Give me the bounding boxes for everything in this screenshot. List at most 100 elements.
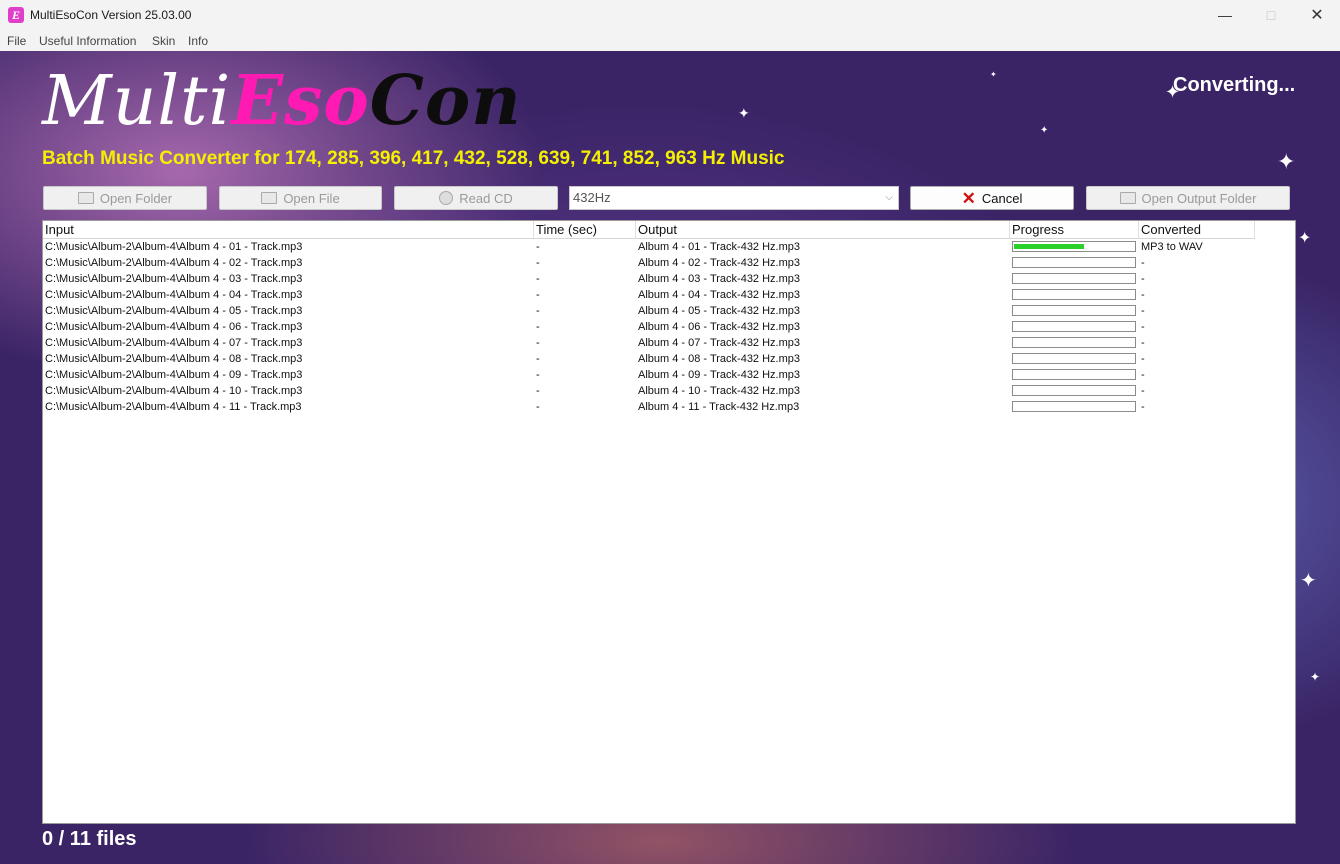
cell-time: -	[536, 369, 540, 381]
cancel-icon: ✕	[961, 189, 976, 208]
cell-time: -	[536, 257, 540, 269]
progress-bar	[1012, 257, 1136, 268]
frequency-select[interactable]: 432Hz ⌵	[569, 186, 899, 210]
cell-time: -	[536, 337, 540, 349]
table-row[interactable]: C:\Music\Album-2\Album-4\Album 4 - 04 - …	[43, 287, 1255, 303]
cell-time: -	[536, 385, 540, 397]
cell-input: C:\Music\Album-2\Album-4\Album 4 - 01 - …	[45, 241, 303, 253]
cell-output: Album 4 - 07 - Track-432 Hz.mp3	[638, 337, 801, 349]
progress-bar	[1012, 273, 1136, 284]
cell-output: Album 4 - 08 - Track-432 Hz.mp3	[638, 353, 801, 365]
folder-icon	[261, 192, 278, 204]
file-list[interactable]: Input Time (sec) Output Progress Convert…	[42, 220, 1296, 824]
menu-useful-information[interactable]: Useful Information	[39, 34, 136, 48]
menu-info[interactable]: Info	[188, 34, 208, 48]
cell-converted: -	[1141, 353, 1145, 365]
cell-converted: -	[1141, 369, 1145, 381]
close-button[interactable]: ✕	[1294, 0, 1340, 31]
column-time[interactable]: Time (sec)	[534, 221, 636, 238]
app-logo: MultiEsoCon	[42, 61, 522, 141]
star-icon: ✦	[1298, 230, 1312, 247]
minimize-button[interactable]: —	[1202, 0, 1248, 31]
cell-input: C:\Music\Album-2\Album-4\Album 4 - 11 - …	[45, 401, 302, 413]
progress-bar	[1012, 353, 1136, 364]
cell-converted: -	[1141, 337, 1145, 349]
cell-input: C:\Music\Album-2\Album-4\Album 4 - 10 - …	[45, 385, 303, 397]
read-cd-button[interactable]: Read CD	[394, 186, 558, 210]
cell-output: Album 4 - 02 - Track-432 Hz.mp3	[638, 257, 801, 269]
cell-input: C:\Music\Album-2\Album-4\Album 4 - 05 - …	[45, 305, 303, 317]
menu-skin[interactable]: Skin	[152, 34, 175, 48]
progress-bar	[1012, 385, 1136, 396]
star-icon: ✦	[1310, 670, 1321, 684]
cell-input: C:\Music\Album-2\Album-4\Album 4 - 04 - …	[45, 289, 303, 301]
table-row[interactable]: C:\Music\Album-2\Album-4\Album 4 - 06 - …	[43, 319, 1255, 335]
progress-bar	[1012, 369, 1136, 380]
table-row[interactable]: C:\Music\Album-2\Album-4\Album 4 - 01 - …	[43, 239, 1255, 255]
table-row[interactable]: C:\Music\Album-2\Album-4\Album 4 - 11 - …	[43, 399, 1255, 415]
column-progress[interactable]: Progress	[1010, 221, 1139, 238]
table-row[interactable]: C:\Music\Album-2\Album-4\Album 4 - 10 - …	[43, 383, 1255, 399]
frequency-value: 432Hz	[573, 190, 611, 205]
open-file-label: Open File	[283, 191, 340, 206]
logo-con: Con	[369, 61, 522, 141]
progress-bar	[1012, 321, 1136, 332]
cancel-button[interactable]: ✕ Cancel	[910, 186, 1074, 210]
table-row[interactable]: C:\Music\Album-2\Album-4\Album 4 - 02 - …	[43, 255, 1255, 271]
title-bar: E MultiEsoCon Version 25.03.00 — □ ✕	[0, 0, 1340, 31]
cell-output: Album 4 - 01 - Track-432 Hz.mp3	[638, 241, 801, 253]
menu-file[interactable]: File	[7, 34, 26, 48]
cell-time: -	[536, 353, 540, 365]
status-text: Converting...	[1173, 74, 1296, 96]
logo-eso: Eso	[231, 61, 370, 141]
column-converted[interactable]: Converted	[1139, 221, 1255, 238]
open-output-folder-button[interactable]: Open Output Folder	[1086, 186, 1290, 210]
cell-output: Album 4 - 10 - Track-432 Hz.mp3	[638, 385, 801, 397]
folder-icon	[77, 192, 94, 204]
cell-input: C:\Music\Album-2\Album-4\Album 4 - 08 - …	[45, 353, 303, 365]
cell-time: -	[536, 401, 540, 413]
table-row[interactable]: C:\Music\Album-2\Album-4\Album 4 - 07 - …	[43, 335, 1255, 351]
progress-bar	[1012, 305, 1136, 316]
progress-fill	[1014, 244, 1084, 249]
chevron-down-icon: ⌵	[885, 192, 893, 203]
cell-input: C:\Music\Album-2\Album-4\Album 4 - 06 - …	[45, 321, 303, 333]
table-row[interactable]: C:\Music\Album-2\Album-4\Album 4 - 08 - …	[43, 351, 1255, 367]
open-output-folder-label: Open Output Folder	[1141, 191, 1257, 206]
open-folder-button[interactable]: Open Folder	[43, 186, 207, 210]
cell-converted: -	[1141, 289, 1145, 301]
table-row[interactable]: C:\Music\Album-2\Album-4\Album 4 - 03 - …	[43, 271, 1255, 287]
progress-bar	[1012, 337, 1136, 348]
cell-converted: -	[1141, 273, 1145, 285]
cell-output: Album 4 - 04 - Track-432 Hz.mp3	[638, 289, 801, 301]
column-output[interactable]: Output	[636, 221, 1010, 238]
open-file-button[interactable]: Open File	[219, 186, 382, 210]
table-row[interactable]: C:\Music\Album-2\Album-4\Album 4 - 05 - …	[43, 303, 1255, 319]
star-icon: ✦	[738, 105, 750, 121]
app-subtitle: Batch Music Converter for 174, 285, 396,…	[42, 148, 785, 169]
list-header: Input Time (sec) Output Progress Convert…	[43, 221, 1255, 239]
open-folder-label: Open Folder	[99, 191, 173, 206]
cell-converted: -	[1141, 257, 1145, 269]
cell-input: C:\Music\Album-2\Album-4\Album 4 - 03 - …	[45, 273, 303, 285]
cell-time: -	[536, 273, 540, 285]
cancel-label: Cancel	[981, 191, 1023, 206]
cell-output: Album 4 - 05 - Track-432 Hz.mp3	[638, 305, 801, 317]
read-cd-label: Read CD	[459, 191, 513, 206]
star-icon: ✦	[1300, 570, 1317, 592]
cell-converted: MP3 to WAV	[1141, 241, 1203, 253]
cell-output: Album 4 - 09 - Track-432 Hz.mp3	[638, 369, 801, 381]
column-input[interactable]: Input	[43, 221, 534, 238]
maximize-button[interactable]: □	[1248, 0, 1294, 31]
cell-input: C:\Music\Album-2\Album-4\Album 4 - 09 - …	[45, 369, 303, 381]
cell-output: Album 4 - 06 - Track-432 Hz.mp3	[638, 321, 801, 333]
cd-icon	[439, 191, 454, 205]
files-counter: 0 / 11 files	[42, 828, 137, 850]
star-icon: ✦	[1277, 149, 1296, 174]
cell-converted: -	[1141, 385, 1145, 397]
table-row[interactable]: C:\Music\Album-2\Album-4\Album 4 - 09 - …	[43, 367, 1255, 383]
cell-input: C:\Music\Album-2\Album-4\Album 4 - 02 - …	[45, 257, 303, 269]
progress-bar	[1012, 289, 1136, 300]
cell-converted: -	[1141, 321, 1145, 333]
cell-converted: -	[1141, 401, 1145, 413]
